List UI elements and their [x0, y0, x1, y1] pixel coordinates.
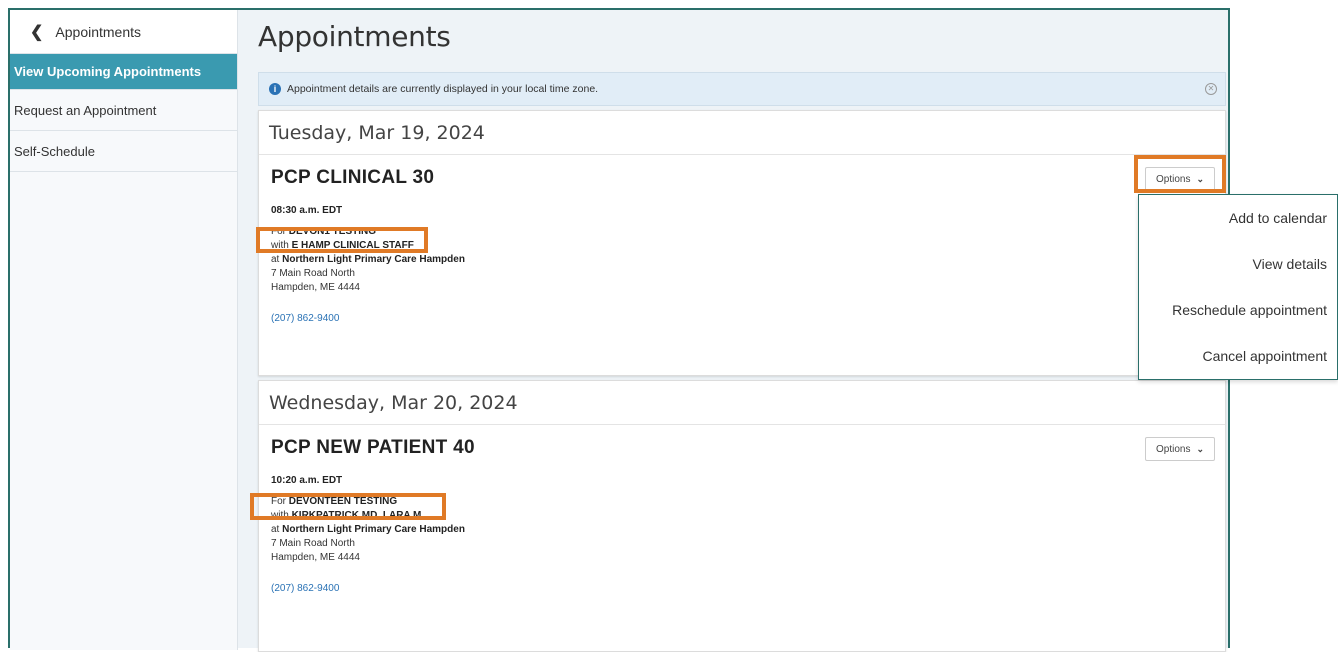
- sidebar-item-label: Request an Appointment: [14, 102, 157, 118]
- address-line-2: Hampden, ME 4444: [271, 552, 360, 563]
- appointment-time: 08:30 a.m. EDT: [271, 205, 343, 216]
- sidebar-item-request-appointment[interactable]: Request an Appointment: [10, 90, 237, 131]
- timezone-info-banner: i Appointment details are currently disp…: [258, 72, 1226, 106]
- at-prefix: at: [271, 524, 280, 535]
- sidebar-item-label: View Upcoming Appointments: [14, 64, 202, 79]
- menu-item-view-details[interactable]: View details: [1139, 241, 1337, 287]
- banner-text: Appointment details are currently displa…: [287, 83, 599, 95]
- day-header: Tuesday, Mar 19, 2024: [259, 111, 1225, 155]
- menu-item-add-to-calendar[interactable]: Add to calendar: [1139, 195, 1337, 241]
- main-content: Appointments i Appointment details are c…: [238, 10, 1230, 652]
- options-button[interactable]: Options ⌄: [1144, 437, 1215, 461]
- patient-highlight-box: [250, 493, 446, 520]
- appointment-location-line: at Northern Light Primary Care Hampden: [271, 253, 1213, 267]
- phone-link[interactable]: (207) 862-9400: [271, 583, 1213, 594]
- address-line-2: Hampden, ME 4444: [271, 282, 360, 293]
- appointment-title: PCP NEW PATIENT 40: [271, 437, 475, 458]
- sidebar: ❮ Appointments View Upcoming Appointment…: [10, 10, 238, 650]
- day-header: Wednesday, Mar 20, 2024: [259, 381, 1225, 425]
- appointment-time: 10:20 a.m. EDT: [271, 475, 343, 486]
- page-title: Appointments: [258, 20, 451, 53]
- options-dropdown-menu: Add to calendar View details Reschedule …: [1138, 194, 1338, 380]
- patient-highlight-box: [256, 227, 428, 253]
- at-prefix: at: [271, 254, 280, 265]
- options-highlight-box: [1134, 155, 1226, 193]
- options-label: Options: [1155, 443, 1191, 455]
- appointment-location-line: at Northern Light Primary Care Hampden: [271, 523, 1213, 537]
- chevron-down-icon: ⌄: [1196, 443, 1204, 454]
- menu-item-reschedule[interactable]: Reschedule appointment: [1139, 287, 1337, 333]
- sidebar-item-view-upcoming[interactable]: View Upcoming Appointments: [10, 54, 237, 90]
- chevron-left-icon: ❮: [30, 23, 44, 41]
- sidebar-item-self-schedule[interactable]: Self-Schedule: [10, 131, 237, 172]
- back-link-label: Appointments: [55, 23, 142, 40]
- appointment-title: PCP CLINICAL 30: [271, 167, 435, 188]
- sidebar-item-label: Self-Schedule: [14, 143, 95, 159]
- location-name: Northern Light Primary Care Hampden: [282, 524, 465, 535]
- close-icon[interactable]: ✕: [1205, 83, 1217, 95]
- address-line-1: 7 Main Road North: [271, 538, 355, 549]
- address-line-1: 7 Main Road North: [271, 268, 355, 279]
- app-window: ❮ Appointments View Upcoming Appointment…: [8, 8, 1230, 652]
- info-icon: i: [269, 83, 281, 95]
- menu-item-cancel[interactable]: Cancel appointment: [1139, 333, 1337, 379]
- back-to-appointments-link[interactable]: ❮ Appointments: [10, 10, 237, 54]
- location-name: Northern Light Primary Care Hampden: [282, 254, 465, 265]
- phone-link[interactable]: (207) 862-9400: [271, 313, 1213, 324]
